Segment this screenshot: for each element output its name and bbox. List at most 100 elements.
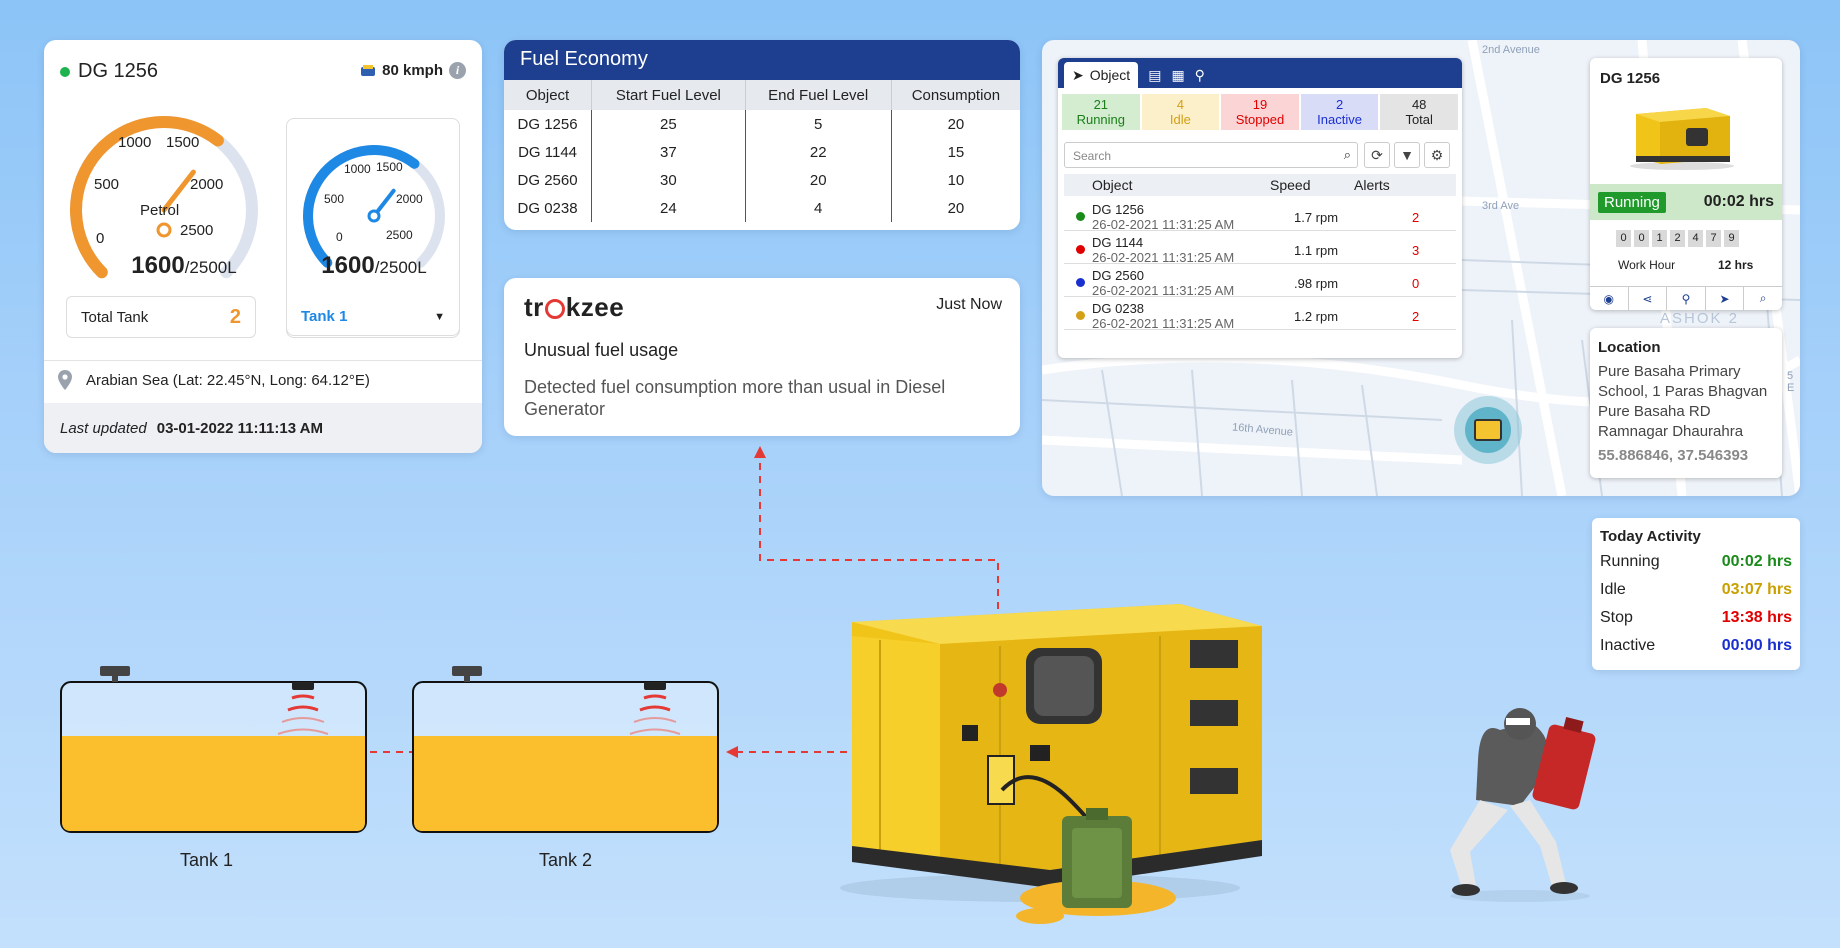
table-cell: DG 2560 bbox=[504, 166, 593, 194]
table-cell: DG 0238 bbox=[504, 194, 593, 222]
grid-icon[interactable]: ▦ bbox=[1171, 62, 1184, 88]
share-icon[interactable]: ⋖ bbox=[1629, 287, 1668, 310]
device-header: DG 1256 bbox=[60, 60, 158, 83]
status-inactive[interactable]: 2 Inactive bbox=[1300, 94, 1379, 130]
search-location-icon[interactable]: ⌕ bbox=[1744, 287, 1782, 310]
dg-title: DG 1256 bbox=[1600, 70, 1661, 87]
eye-icon[interactable]: ◉ bbox=[1590, 287, 1629, 310]
arrow-left-icon bbox=[726, 746, 738, 758]
status-idle[interactable]: 4 Idle bbox=[1141, 94, 1220, 130]
tank-2-label: Tank 2 bbox=[539, 850, 593, 870]
divider bbox=[44, 360, 482, 361]
table-row[interactable]: DG 1144 37 22 15 bbox=[504, 138, 1020, 166]
person-pin-icon[interactable]: ⚲ bbox=[1195, 62, 1205, 88]
navigate-icon[interactable]: ➤ bbox=[1706, 287, 1745, 310]
table-row[interactable]: DG 1256 25 5 20 bbox=[504, 110, 1020, 138]
gauge-card: DG 1256 80 kmph i 0 500 1000 1500 2000 2… bbox=[44, 40, 482, 453]
work-hour-label: Work Hour bbox=[1618, 258, 1676, 272]
table-cell: 5 bbox=[745, 110, 892, 138]
dg-detail-card: DG 1256 Running 00:02 hrs 0012479 Work H… bbox=[1590, 58, 1782, 310]
column-header: End Fuel Level bbox=[745, 80, 892, 110]
list-item[interactable]: DG 1256 26-02-2021 11:31:25 AM 1.7 rpm 2 bbox=[1064, 198, 1456, 232]
search-icon: ⌕ bbox=[1343, 147, 1351, 162]
navigate-icon: ➤ bbox=[1072, 66, 1084, 83]
dg-actions: ◉ ⋖ ⚲ ➤ ⌕ bbox=[1590, 286, 1782, 310]
chevron-down-icon: ▼ bbox=[434, 310, 445, 323]
status-running[interactable]: 21 Running bbox=[1062, 94, 1140, 130]
column-header: Start Fuel Level bbox=[591, 80, 746, 110]
table-row[interactable]: DG 0238 24 4 20 bbox=[504, 194, 1020, 222]
status-badge: Running bbox=[1598, 191, 1666, 213]
fuel-economy-title: Fuel Economy bbox=[504, 40, 1020, 80]
table-cell: 4 bbox=[745, 194, 892, 222]
small-gauge-tick-1000: 1000 bbox=[344, 162, 371, 176]
street-label: 2nd Avenue bbox=[1482, 44, 1540, 56]
object-name: DG 1144 26-02-2021 11:31:25 AM bbox=[1092, 235, 1235, 265]
odometer-digit: 2 bbox=[1670, 230, 1685, 247]
table-cell: 20 bbox=[947, 199, 965, 217]
tank-select-value: Tank 1 bbox=[301, 308, 348, 325]
table-row[interactable]: DG 2560 30 20 10 bbox=[504, 166, 1020, 194]
street-label: 5 E bbox=[1787, 370, 1795, 394]
gauge-hub bbox=[156, 222, 172, 238]
status-stopped[interactable]: 19 Stopped bbox=[1221, 94, 1299, 130]
big-gauge-tick-1500: 1500 bbox=[166, 134, 200, 151]
notification-card[interactable]: tr kzee Just Now Unusual fuel usage Detec… bbox=[504, 278, 1020, 436]
notification-time: Just Now bbox=[936, 296, 1002, 313]
tab-object[interactable]: ➤ Object bbox=[1064, 62, 1139, 88]
list-item[interactable]: DG 0238 26-02-2021 11:31:25 AM 1.2 rpm 2 bbox=[1064, 297, 1456, 331]
big-gauge-tick-1000: 1000 bbox=[118, 134, 152, 151]
speed-value: 80 kmph bbox=[382, 62, 443, 79]
table-cell: DG 1256 bbox=[504, 110, 593, 138]
list-item[interactable]: DG 2560 26-02-2021 11:31:25 AM .98 rpm 0 bbox=[1064, 264, 1456, 298]
total-tank-value: 2 bbox=[229, 305, 241, 328]
location-text: Arabian Sea (Lat: 22.45°N, Long: 64.12°E… bbox=[86, 371, 370, 389]
table-cell: 25 bbox=[591, 110, 746, 138]
total-tank-label: Total Tank bbox=[81, 308, 149, 326]
fuel-economy-card: Fuel Economy Object Start Fuel Level End F… bbox=[504, 40, 1020, 230]
total-tank: Total Tank 2 bbox=[66, 296, 256, 338]
clipboard-icon[interactable]: ▤ bbox=[1148, 62, 1161, 88]
info-icon[interactable]: i bbox=[449, 62, 466, 79]
object-alerts: 2 bbox=[1412, 309, 1420, 324]
small-gauge-tick-0: 0 bbox=[336, 230, 343, 244]
object-alerts: 2 bbox=[1412, 210, 1420, 225]
status-dot bbox=[1076, 311, 1085, 320]
gauge-hub bbox=[367, 209, 381, 223]
generator-image bbox=[1630, 108, 1734, 170]
object-name: DG 2560 26-02-2021 11:31:25 AM bbox=[1092, 268, 1235, 298]
small-gauge-tick-1500: 1500 bbox=[376, 160, 403, 174]
odometer-digit: 4 bbox=[1688, 230, 1703, 247]
settings-button[interactable]: ⚙ bbox=[1424, 142, 1450, 168]
object-name: DG 1256 26-02-2021 11:31:25 AM bbox=[1092, 202, 1235, 232]
tank-select[interactable]: Tank 1 ▼ bbox=[286, 296, 460, 338]
object-alerts: 3 bbox=[1412, 243, 1420, 258]
big-gauge-tick-500: 500 bbox=[94, 176, 120, 193]
tank-1-label: Tank 1 bbox=[180, 850, 234, 870]
small-gauge-tick-500: 500 bbox=[324, 192, 345, 206]
odometer-digit: 0 bbox=[1634, 230, 1649, 247]
object-speed: 1.2 rpm bbox=[1294, 309, 1339, 324]
odometer: 0012479 bbox=[1616, 230, 1739, 247]
odometer-digit: 0 bbox=[1616, 230, 1631, 247]
person-pin-icon[interactable]: ⚲ bbox=[1667, 287, 1706, 310]
tank-2 bbox=[412, 666, 719, 833]
big-gauge-tick-2000: 2000 bbox=[190, 176, 224, 193]
object-name: DG 0238 26-02-2021 11:31:25 AM bbox=[1092, 301, 1235, 331]
object-speed: 1.7 rpm bbox=[1294, 210, 1339, 225]
table-cell: 24 bbox=[591, 194, 746, 222]
refresh-button[interactable]: ⟳ bbox=[1364, 142, 1390, 168]
logo-mark bbox=[544, 299, 565, 319]
object-table-header: Object Speed Alerts bbox=[1064, 174, 1456, 196]
status-dot bbox=[1076, 278, 1085, 287]
map-card[interactable]: 3rd Ave 16th Avenue ASHOK 2 2nd Avenue 5… bbox=[1042, 40, 1800, 496]
work-hour-value: 12 hrs bbox=[1718, 258, 1754, 272]
gauge-fuel-type: Petrol bbox=[140, 202, 180, 219]
status-total[interactable]: 48 Total bbox=[1380, 94, 1458, 130]
filter-button[interactable]: ▼ bbox=[1394, 142, 1420, 168]
search-input[interactable]: Search ⌕ bbox=[1064, 142, 1358, 168]
table-cell: 20 bbox=[947, 115, 965, 133]
arrow-up-icon bbox=[754, 446, 766, 458]
list-item[interactable]: DG 1144 26-02-2021 11:31:25 AM 1.1 rpm 3 bbox=[1064, 231, 1456, 265]
device-name: DG 1256 bbox=[78, 60, 159, 82]
